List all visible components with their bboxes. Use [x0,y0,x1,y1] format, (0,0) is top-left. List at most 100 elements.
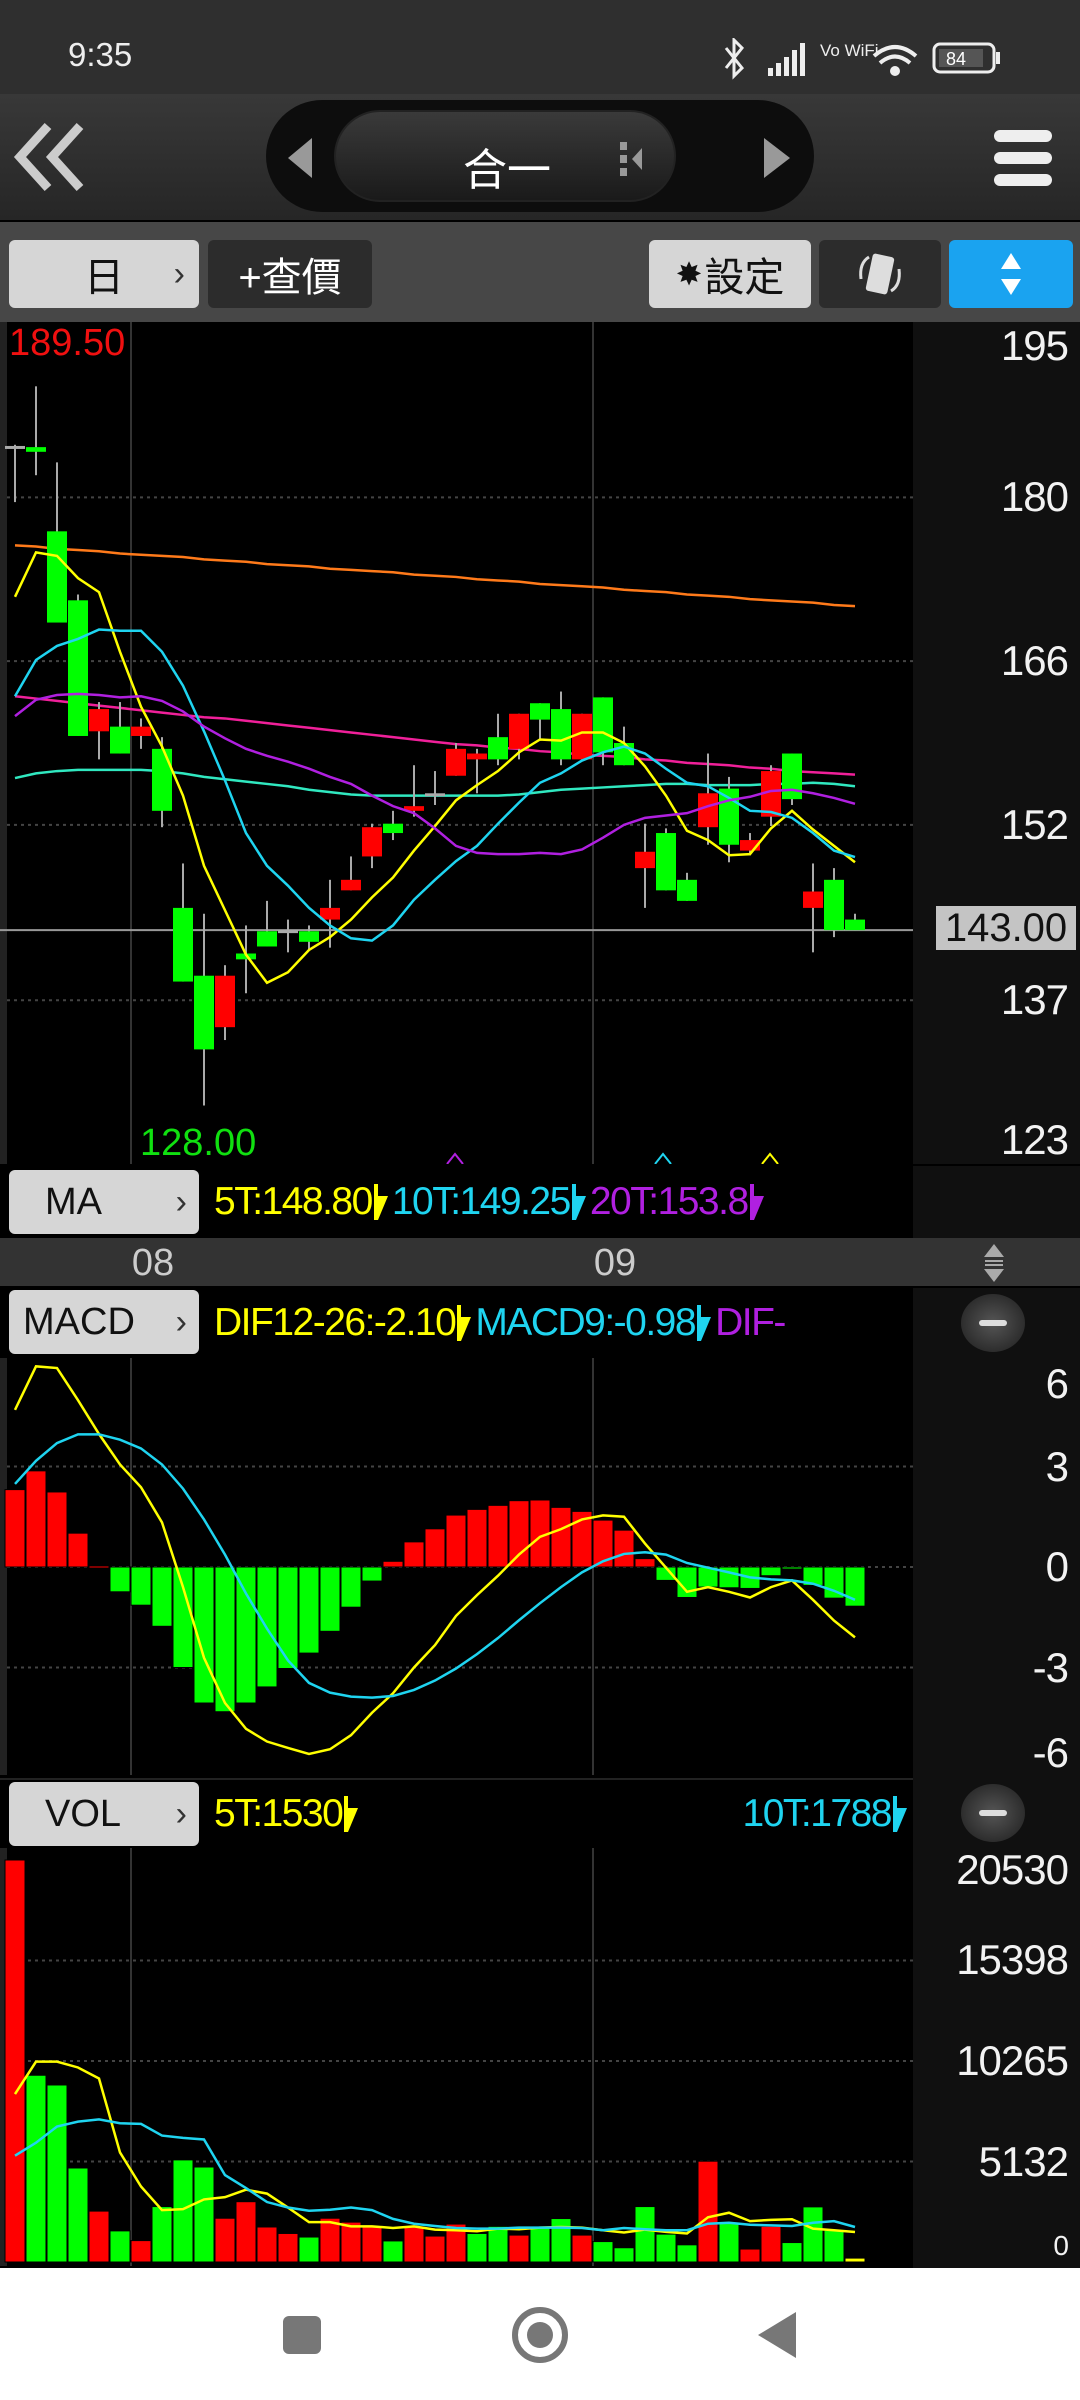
collapse-vol-button[interactable] [961,1784,1025,1842]
candle-body [68,600,88,736]
volume-bar [256,2226,278,2263]
volume-bar [235,2201,257,2263]
next-stock-arrow-icon[interactable] [764,138,790,178]
macd-histogram-bar [172,1566,194,1668]
macd-histogram-bar [151,1566,173,1627]
volume-bar [550,2218,572,2263]
stock-name-button[interactable]: 合一 [334,110,676,202]
signal-icon [768,43,805,76]
query-price-button[interactable]: +查價 [208,240,372,308]
candle-body [26,447,46,452]
candle-body [131,726,151,736]
macd-button-label: MACD [23,1300,135,1343]
volume-bar [67,2167,89,2263]
macd-histogram-bar [361,1566,383,1582]
macd-tick: -6 [1032,1729,1069,1776]
candle-body [341,879,361,891]
candle-body [89,709,109,732]
ma-marker [654,1152,672,1164]
candle-body [824,879,844,931]
chevron-right-icon: › [173,254,185,293]
candle-body [362,827,382,857]
stock-list-icon[interactable] [620,142,650,176]
candlestick-chart[interactable] [0,322,913,1164]
macd_legend-value: MACD9:-0.98 [475,1301,696,1344]
ma-line-ma5 [13,550,856,985]
price-axis: 195 180 166 152 137 123 [913,322,1080,1164]
macd-histogram-bar [760,1566,782,1577]
chevron-right-icon: › [175,1302,187,1341]
recent-apps-icon[interactable] [283,2316,321,2354]
macd-indicator-button[interactable]: MACD › [9,1290,199,1354]
macd-tick: 3 [1045,1442,1069,1490]
macd-histogram-bar [424,1528,446,1568]
volume-bar [508,2234,530,2263]
volume-bar [361,2226,383,2263]
prev-stock-arrow-icon[interactable] [288,138,314,178]
volume-tick: 15398 [956,1936,1069,1984]
macd-chart[interactable] [0,1358,913,1775]
volume-bar [214,2217,236,2263]
current-price-tag: 143.00 [936,906,1076,950]
rotate-screen-button[interactable] [819,240,941,308]
volume-ma-line-5t [13,2060,856,2235]
settings-button[interactable]: ✸ 設定 [649,240,811,308]
menu-icon[interactable] [994,128,1054,188]
period-label: 日 [84,256,124,300]
trend-down-arrow-icon [344,1796,359,1832]
macd-histogram-bar [277,1566,299,1670]
resize-handle-icon[interactable] [982,1244,1006,1282]
volume-bar [676,2244,698,2263]
candle-body [47,531,67,623]
volume-bar [802,2206,824,2263]
fullscreen-button[interactable] [949,240,1073,308]
candle-body [320,907,340,920]
back-double-chevron-icon[interactable] [12,122,96,192]
ma-indicator-button[interactable]: MA › [9,1170,199,1234]
ma-line-ma-orange [14,544,856,608]
back-icon[interactable] [758,2312,798,2358]
status-icons: Vo WiFi 84 [724,38,1000,80]
price-tick: 166 [1000,637,1069,685]
vowifi-icon: Vo WiFi [820,41,879,60]
macd-histogram-bar [25,1470,47,1568]
ma-legend: MA › 5T:148.80 10T:149.25 20T:153.8 [0,1166,913,1238]
chart-toolbar: 日 › +查價 ✸ 設定 [0,222,1080,322]
candle-body [635,851,655,869]
macd-histogram-bar [382,1560,404,1568]
vol-ma5-value: 5T:1530 [214,1780,362,1848]
macd-histogram-bar [403,1541,425,1568]
bluetooth-icon [724,38,745,80]
candle-body [110,726,130,754]
volume-chart[interactable] [0,1848,913,2266]
volume-bar [466,2232,488,2263]
volume-tick: 10265 [956,2037,1069,2084]
vol-indicator-button[interactable]: VOL › [9,1782,199,1846]
macd_legend-value: DIF12-26:-2.10 [214,1301,457,1344]
macd-histogram-bar [634,1558,656,1568]
price-tick: 123 [1000,1116,1069,1163]
wifi-icon [872,45,918,76]
volume-bar [592,2241,614,2263]
volume-bar [382,2240,404,2263]
volume-bar [277,2232,299,2263]
home-icon[interactable] [512,2307,568,2363]
volume-bar [403,2226,425,2263]
battery-icon: 84 [932,42,1000,74]
collapse-macd-button[interactable] [961,1294,1025,1352]
ma-marker [446,1152,464,1164]
volume-bar [193,2166,215,2263]
axis-spacer [913,1166,1080,1238]
macd-legend: MACD › DIF12-26:-2.10 MACD9:-0.98 DIF- [0,1288,913,1358]
volume-bar [739,2248,761,2263]
candle-body [488,737,508,760]
volume-bar [109,2230,131,2263]
settings-label: 設定 [704,256,785,300]
volume-bar [424,2235,446,2263]
candle-body [173,907,193,982]
period-selector[interactable]: 日 › [9,240,199,308]
macd-histogram-bar [487,1504,509,1568]
vol-ma10-value: 10T:1788 [743,1780,911,1848]
volume-bar [130,2240,152,2263]
candle-body [257,931,277,947]
